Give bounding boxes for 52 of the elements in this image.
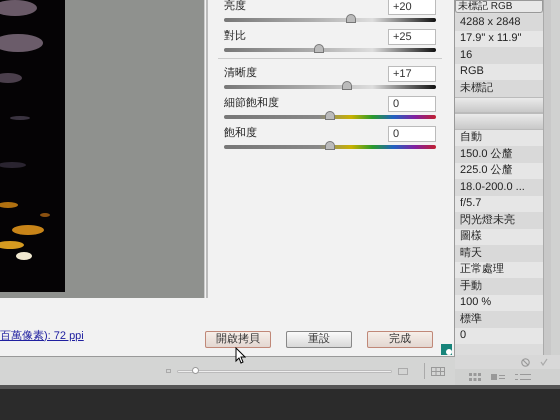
dialog-button[interactable]: 完成: [367, 331, 433, 348]
metadata-value: 0: [460, 330, 466, 342]
metadata-value: 晴天: [460, 248, 482, 259]
dialog-button[interactable]: 開啟拷貝: [205, 331, 271, 348]
metadata-value: RGB: [460, 66, 484, 78]
grid-view-icon[interactable]: [431, 366, 445, 376]
slider-thumb[interactable]: [325, 111, 335, 120]
list-view-icon[interactable]: [515, 374, 531, 380]
metadata-tab[interactable]: 未標記 RGB: [455, 0, 543, 13]
checkmark-icon[interactable]: [540, 358, 548, 366]
scrollbar[interactable]: [543, 0, 551, 355]
slider-thumb[interactable]: [342, 81, 352, 90]
value-field[interactable]: 0: [388, 126, 436, 142]
value-field[interactable]: +25: [388, 28, 436, 44]
value-field[interactable]: +17: [388, 66, 436, 82]
slider-label: 細節飽和度: [224, 98, 279, 109]
metadata-value: f/5.7: [460, 198, 482, 210]
metadata-value: 4288 x 2848: [460, 16, 521, 28]
slider-label: 飽和度: [224, 128, 257, 139]
image-info-link[interactable]: 百萬像素): 72 ppi: [0, 328, 205, 344]
grid-view-icon[interactable]: [469, 373, 481, 381]
filmstrip-view-icon[interactable]: [491, 374, 505, 380]
slider-label: 清晰度: [224, 68, 257, 79]
cursor-icon: [235, 347, 246, 364]
metadata-value: 17.9" x 11.9": [460, 33, 522, 44]
metadata-value: 閃光燈未亮: [460, 214, 515, 226]
status-icon: [441, 344, 452, 355]
dialog-button[interactable]: 重設: [286, 331, 352, 348]
value-field[interactable]: 0: [388, 96, 436, 112]
metadata-value: 18.0-200.0 ...: [460, 182, 525, 193]
metadata-value: 225.0 公釐: [460, 165, 513, 176]
zoom-slider-thumb[interactable]: [192, 366, 200, 374]
metadata-value: 手動: [460, 280, 482, 292]
large-thumbnail-icon: [398, 368, 408, 374]
group-header[interactable]: [455, 113, 543, 130]
metadata-value: 150.0 公釐: [460, 148, 513, 160]
slider-label: 亮度: [224, 1, 246, 12]
metadata-value: 圖樣: [460, 231, 482, 242]
slider-thumb[interactable]: [314, 44, 324, 53]
group-header[interactable]: [455, 96, 543, 113]
metadata-value: 未標記: [460, 82, 493, 94]
metadata-value: 自動: [460, 132, 482, 144]
metadata-value: 100 %: [460, 297, 492, 308]
slider-label: 對比: [224, 31, 246, 42]
slider-thumb[interactable]: [346, 14, 356, 23]
metadata-value: 正常處理: [460, 264, 504, 276]
slider-thumb[interactable]: [325, 141, 335, 150]
value-field[interactable]: +20: [388, 0, 436, 14]
metadata-value: 16: [460, 50, 472, 61]
small-thumbnail-icon: [166, 369, 171, 373]
metadata-value: 標準: [460, 314, 482, 325]
cancel-icon[interactable]: [521, 358, 530, 366]
